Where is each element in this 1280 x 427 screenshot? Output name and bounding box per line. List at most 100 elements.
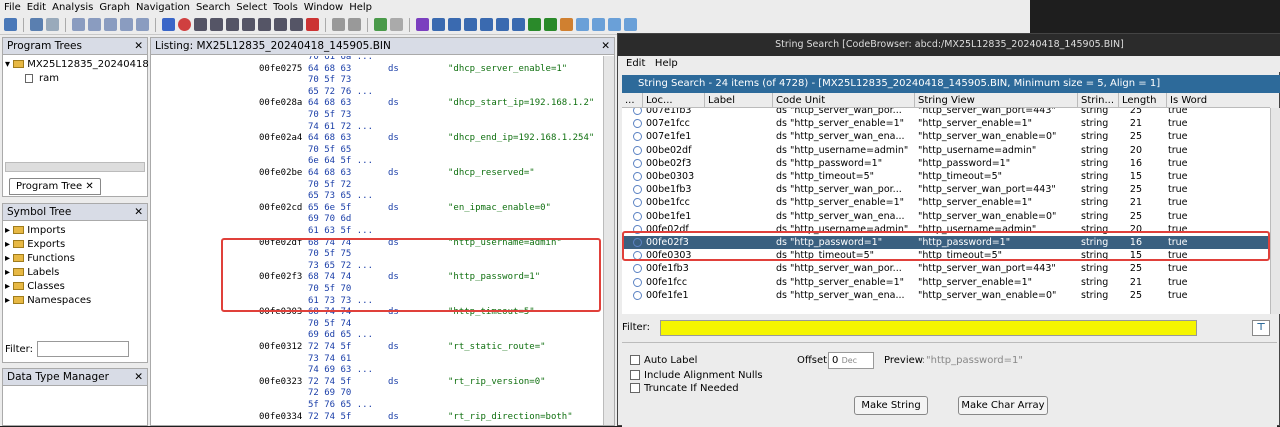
checkbox[interactable] <box>630 370 640 380</box>
menu-select[interactable]: Select <box>236 0 267 15</box>
table-row[interactable]: 00fe1fe1 ds "http_server_wan_ena... "http_… <box>622 289 1270 302</box>
stop-icon[interactable] <box>178 18 191 31</box>
nav-function-icon[interactable] <box>104 18 117 31</box>
decompile-icon[interactable] <box>496 18 509 31</box>
column-label[interactable]: Label <box>704 93 735 108</box>
diff-icon[interactable] <box>560 18 573 31</box>
table-row[interactable]: 00be1fe1 ds "http_server_wan_ena... "http_… <box>622 210 1270 223</box>
check-icon[interactable] <box>416 18 429 31</box>
table-row[interactable]: 00fe1fcc ds "http_server_enable=1" "http_s… <box>622 276 1270 289</box>
pin-icon[interactable]: ⊤ <box>1252 320 1270 336</box>
table-row[interactable]: 00be1fcc ds "http_server_enable=1" "http_s… <box>622 196 1270 209</box>
listing-row[interactable]: 72 69 70 <box>151 388 603 399</box>
listing-row[interactable]: 6e 64 5f ... <box>151 156 603 167</box>
menu-edit[interactable]: Edit <box>626 58 645 69</box>
listing-row[interactable]: 70 5f 72 <box>151 180 603 191</box>
tree-icon[interactable] <box>608 18 621 31</box>
nav-instruction-icon[interactable] <box>88 18 101 31</box>
close-icon[interactable]: ✕ <box>601 38 610 54</box>
listing-row[interactable]: 00fe02be 64 68 63 ds "dhcp_reserved=" <box>151 168 603 179</box>
listing-row[interactable]: 70 61 6a ... <box>151 56 603 63</box>
tree-item-classes[interactable]: ▸ Classes <box>5 280 91 294</box>
menu-window[interactable]: Window <box>304 0 343 15</box>
column-string-type[interactable]: Strin... <box>1077 93 1114 108</box>
window-icon[interactable] <box>576 18 589 31</box>
table-row[interactable]: 00fe1fb3 ds "http_server_wan_por... "http_… <box>622 262 1270 275</box>
close-icon[interactable]: ✕ <box>85 181 93 192</box>
listing-row[interactable]: 00fe0275 64 68 63 ds "dhcp_server_enable=1" <box>151 64 603 75</box>
undefined-icon[interactable] <box>226 18 239 31</box>
redo-icon[interactable] <box>390 18 403 31</box>
menu-edit[interactable]: Edit <box>27 0 46 15</box>
symbol-filter-input[interactable] <box>37 341 129 357</box>
listing-row[interactable]: 65 72 76 ... <box>151 87 603 98</box>
function-icon[interactable] <box>258 18 271 31</box>
column-location[interactable]: Loc... <box>642 93 673 108</box>
listing-row[interactable]: 5f 76 65 ... <box>151 400 603 411</box>
menu-navigation[interactable]: Navigation <box>136 0 190 15</box>
menu-graph[interactable]: Graph <box>99 0 130 15</box>
value-icon[interactable] <box>274 18 287 31</box>
nav-undefined-icon[interactable] <box>120 18 133 31</box>
tree-item-labels[interactable]: ▸ Labels <box>5 266 91 280</box>
listing-row[interactable]: 70 5f 73 <box>151 75 603 86</box>
tree-item-functions[interactable]: ▸ Functions <box>5 252 91 266</box>
graph-icon[interactable] <box>480 18 493 31</box>
checkbox[interactable] <box>630 383 640 393</box>
close-icon[interactable]: ✕ <box>134 204 143 220</box>
horizontal-scrollbar[interactable] <box>5 162 145 172</box>
auto-label-option[interactable]: Auto Label <box>630 355 697 366</box>
tree-item-exports[interactable]: ▸ Exports <box>5 238 91 252</box>
bytes-icon[interactable] <box>464 18 477 31</box>
results-table[interactable]: 007e1fb3 ds "http_server_wan_por... "http_… <box>622 108 1270 314</box>
include-nulls-option[interactable]: Include Alignment Nulls <box>630 370 763 381</box>
memory-icon[interactable] <box>432 18 445 31</box>
listing-row[interactable]: 73 74 61 <box>151 354 603 365</box>
menu-file[interactable]: File <box>4 0 21 15</box>
tree-item-namespaces[interactable]: ▸ Namespaces <box>5 294 91 308</box>
make-char-array-button[interactable]: Make Char Array <box>958 396 1048 415</box>
listing-row[interactable]: 00fe02a4 64 68 63 ds "dhcp_end_ip=192.168.1… <box>151 133 603 144</box>
down-arrow-icon[interactable] <box>162 18 175 31</box>
options-icon[interactable] <box>624 18 637 31</box>
data-icon[interactable] <box>210 18 223 31</box>
bookmark-icon[interactable] <box>290 18 303 31</box>
save-icon[interactable] <box>4 18 17 31</box>
tree-item-root[interactable]: ▾ MX25L12835_20240418 <box>5 58 149 72</box>
script-icon[interactable] <box>512 18 525 31</box>
undo-icon[interactable] <box>374 18 387 31</box>
column-length[interactable]: Length <box>1118 93 1157 108</box>
tree-item-ram[interactable]: ram <box>5 72 149 86</box>
split-icon[interactable] <box>592 18 605 31</box>
forward-arrow-icon[interactable] <box>46 18 59 31</box>
close-icon[interactable]: ✕ <box>134 369 143 385</box>
error-icon[interactable] <box>306 18 319 31</box>
registers-icon[interactable] <box>448 18 461 31</box>
listing-row[interactable]: 00fe02cd 65 6e 5f ds "en_ipmac_enable=0" <box>151 203 603 214</box>
menu-tools[interactable]: Tools <box>273 0 298 15</box>
listing-row[interactable]: 70 5f 65 <box>151 145 603 156</box>
console-icon[interactable] <box>544 18 557 31</box>
column-code-unit[interactable]: Code Unit <box>772 93 825 108</box>
results-scrollbar[interactable] <box>1270 108 1280 314</box>
close-icon[interactable]: ✕ <box>134 38 143 54</box>
table-row[interactable]: 00be02f3 ds "http_password=1" "http_passwo… <box>622 157 1270 170</box>
listing-row[interactable]: 69 6d 65 ... <box>151 330 603 341</box>
make-string-button[interactable]: Make String <box>854 396 928 415</box>
menu-help[interactable]: Help <box>349 0 372 15</box>
listing-row[interactable]: 00fe028a 64 68 63 ds "dhcp_start_ip=192.168… <box>151 98 603 109</box>
listing-row[interactable]: 65 73 65 ... <box>151 191 603 202</box>
table-row[interactable]: 00be0303 ds "http_timeout=5" "http_timeout… <box>622 170 1270 183</box>
table-row[interactable]: 00be1fb3 ds "http_server_wan_por... "http_… <box>622 183 1270 196</box>
listing-row[interactable]: 61 63 5f ... <box>151 226 603 237</box>
table-row[interactable]: 007e1fb3 ds "http_server_wan_por... "http_… <box>622 108 1270 117</box>
listing-row[interactable]: 70 5f 74 <box>151 319 603 330</box>
column-icon[interactable]: ... <box>622 93 635 108</box>
filter-input[interactable] <box>660 320 1197 336</box>
tab-program-tree[interactable]: Program Tree ✕ <box>9 178 101 195</box>
listing-row[interactable]: 00fe0312 72 74 5f ds "rt_static_route=" <box>151 342 603 353</box>
table-row[interactable]: 007e1fe1 ds "http_server_wan_ena... "http_… <box>622 130 1270 143</box>
listing-row[interactable]: 00fe0334 72 74 5f ds "rt_rip_direction=both… <box>151 412 603 423</box>
run-script-icon[interactable] <box>528 18 541 31</box>
offset-input[interactable]: 0 Dec <box>828 352 874 369</box>
